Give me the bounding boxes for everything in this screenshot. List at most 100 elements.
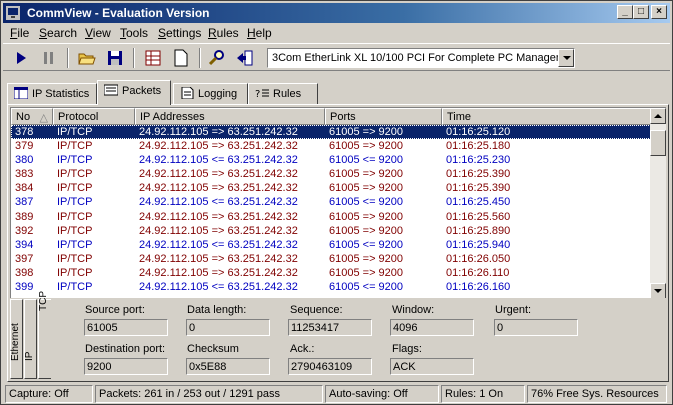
new-page-icon[interactable] [171,48,191,68]
cell-protocol: IP/TCP [57,252,93,265]
cell-no: 397 [15,252,34,265]
tab-packets[interactable]: Packets [97,80,171,105]
column-no[interactable]: No △ [11,108,53,125]
sort-arrow-icon: △ [39,112,48,124]
reconstruct-icon[interactable] [235,48,255,68]
scroll-thumb[interactable] [650,130,666,156]
status-bar: Capture: Off Packets: 261 in / 253 out /… [3,385,670,403]
cell-ip-addresses: 24.92.112.105 <= 63.251.242.32 [139,196,298,209]
source-port-label: Source port: [85,304,145,316]
table-row[interactable]: 392 IP/TCP 24.92.112.105 => 63.251.242.32 6… [11,224,651,238]
toolbar-separator [133,48,135,68]
layer-tab-ip[interactable]: IP [24,299,37,379]
cell-ip-addresses: 24.92.112.105 <= 63.251.242.32 [139,238,298,251]
save-icon[interactable] [105,48,125,68]
scroll-down-icon[interactable] [650,283,666,298]
maximize-button[interactable]: □ [633,5,649,19]
table-row[interactable]: 394 IP/TCP 24.92.112.105 <= 63.251.242.32 6… [11,238,651,252]
window-label: Window: [392,304,435,316]
adapter-select-value: 3Com EtherLink XL 10/100 PCI For Complet… [272,52,575,64]
cell-protocol: IP/TCP [57,210,93,223]
destination-port-field: 9200 [84,358,168,375]
column-header: No △ Protocol IP Addresses Ports Time [11,108,651,125]
search-icon[interactable] [207,48,227,68]
table-row[interactable]: 397 IP/TCP 24.92.112.105 => 63.251.242.32 6… [11,252,651,266]
menu-settings[interactable]: Settings [158,26,201,40]
cell-time: 01:16:26.110 [446,266,510,279]
cell-ports: 61005 <= 9200 [329,281,404,294]
table-row[interactable]: 378 IP/TCP 24.92.112.105 => 63.251.242.32 6… [11,125,651,140]
table-row[interactable]: 398 IP/TCP 24.92.112.105 => 63.251.242.32 6… [11,266,651,280]
menu-bar: File Search View Tools Settings Rules He… [3,24,670,42]
status-packets: Packets: 261 in / 253 out / 1291 pass [95,385,323,403]
open-folder-icon[interactable] [77,48,97,68]
column-protocol[interactable]: Protocol [53,108,135,125]
checksum-label: Checksum [187,343,239,355]
layer-tab-ethernet[interactable]: Ethernet [10,299,23,379]
status-resources: 76% Free Sys. Resources [527,385,667,403]
packet-rows: 378 IP/TCP 24.92.112.105 => 63.251.242.32 6… [11,125,651,294]
menu-file[interactable]: File [10,26,29,40]
minimize-button[interactable]: _ [617,5,633,19]
menu-rules[interactable]: Rules [208,26,239,40]
menu-view[interactable]: View [85,26,111,40]
table-icon [14,87,28,99]
sequence-field: 11253417 [288,319,372,336]
rules-icon: ? [255,89,269,99]
column-time[interactable]: Time [442,108,651,125]
layer-tab-tcp[interactable]: TCP [38,291,51,379]
close-button[interactable]: × [651,5,667,19]
cell-time: 01:16:25.940 [446,238,511,251]
menu-help[interactable]: Help [247,26,272,40]
menu-search[interactable]: Search [39,26,77,40]
cell-ip-addresses: 24.92.112.105 => 63.251.242.32 [139,182,298,195]
destination-port-label: Destination port: [85,343,166,355]
table-row[interactable]: 399 IP/TCP 24.92.112.105 <= 63.251.242.32 6… [11,280,651,294]
source-port-field: 61005 [84,319,168,336]
cell-ports: 61005 <= 9200 [329,154,404,167]
cell-no: 398 [15,266,34,279]
cell-ip-addresses: 24.92.112.105 => 63.251.242.32 [139,224,298,237]
cell-time: 01:16:25.390 [446,182,511,195]
menu-tools[interactable]: Tools [120,26,148,40]
window-field: 4096 [390,319,474,336]
column-ip-addresses[interactable]: IP Addresses [135,108,325,125]
table-row[interactable]: 389 IP/TCP 24.92.112.105 => 63.251.242.32 6… [11,210,651,224]
tab-logging[interactable]: Logging [173,83,248,104]
cell-protocol: IP/TCP [57,154,93,167]
tab-rules[interactable]: ? Rules [248,83,318,104]
packet-list[interactable]: No △ Protocol IP Addresses Ports Time 378… [10,107,666,298]
table-row[interactable]: 387 IP/TCP 24.92.112.105 <= 63.251.242.32 6… [11,195,651,209]
cell-ports: 61005 => 9200 [329,210,404,223]
chevron-down-icon[interactable] [558,49,574,67]
tab-strip: IP Statistics Packets Logging ? Rules [7,80,667,105]
cell-time: 01:16:25.450 [446,196,511,209]
cell-time: 01:16:26.160 [446,281,511,294]
cell-ip-addresses: 24.92.112.105 <= 63.251.242.32 [139,154,298,167]
table-row[interactable]: 383 IP/TCP 24.92.112.105 => 63.251.242.32 6… [11,167,651,181]
cell-ip-addresses: 24.92.112.105 => 63.251.242.32 [139,252,298,265]
cell-no: 399 [15,281,34,294]
sequence-label: Sequence: [290,304,343,316]
status-capture: Capture: Off [5,385,93,403]
tab-ip-statistics[interactable]: IP Statistics [7,83,97,104]
cell-no: 378 [15,126,34,138]
table-row[interactable]: 384 IP/TCP 24.92.112.105 => 63.251.242.32 6… [11,181,651,195]
cell-no: 394 [15,238,34,251]
grid-icon[interactable] [143,48,163,68]
checksum-field: 0x5E88 [186,358,270,375]
scroll-up-icon[interactable] [650,108,666,124]
toolbar-separator [67,48,69,68]
table-row[interactable]: 379 IP/TCP 24.92.112.105 => 63.251.242.32 6… [11,139,651,153]
title-bar[interactable]: CommView - Evaluation Version _ □ × [3,3,670,23]
table-row[interactable]: 380 IP/TCP 24.92.112.105 <= 63.251.242.32 6… [11,153,651,167]
cell-protocol: IP/TCP [57,140,93,153]
cell-no: 380 [15,154,34,167]
column-ports[interactable]: Ports [325,108,442,125]
cell-ports: 61005 => 9200 [329,224,404,237]
vertical-scrollbar[interactable] [650,108,666,298]
adapter-select[interactable]: 3Com EtherLink XL 10/100 PCI For Complet… [267,48,575,68]
play-icon[interactable] [11,48,31,68]
urgent-field: 0 [494,319,578,336]
pause-icon[interactable] [39,48,59,68]
